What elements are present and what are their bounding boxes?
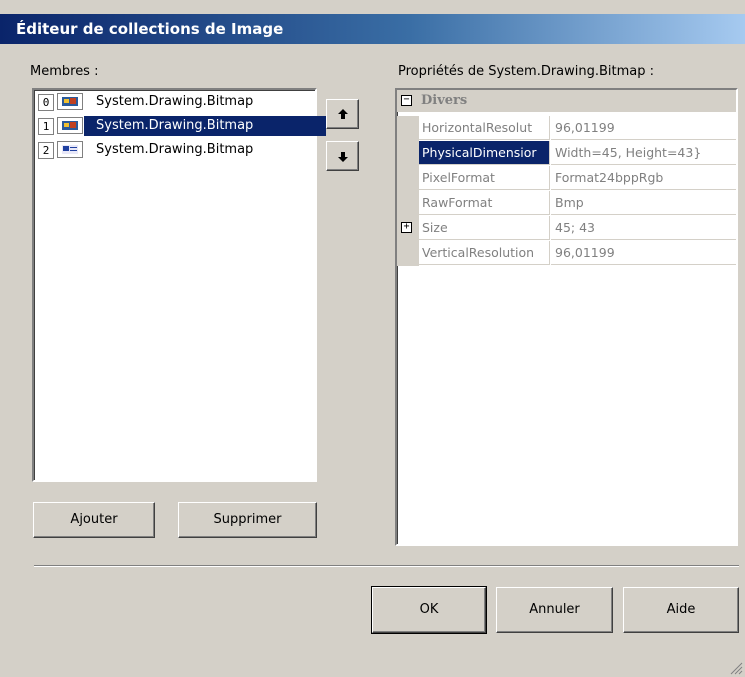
item-index: 1 — [38, 118, 54, 135]
property-name: HorizontalResolut — [419, 116, 550, 140]
property-name: RawFormat — [419, 191, 550, 215]
item-index: 0 — [38, 94, 54, 111]
row-gutter — [397, 166, 419, 191]
cancel-button[interactable]: Annuler — [496, 587, 613, 633]
property-value[interactable]: 45; 43 — [551, 216, 736, 240]
title-bar[interactable]: Éditeur de collections de Image — [0, 14, 745, 44]
bitmap-thumbnail-icon — [57, 117, 83, 134]
help-button[interactable]: Aide — [623, 587, 739, 633]
property-row[interactable]: PixelFormat Format24bppRgb — [397, 166, 736, 191]
row-gutter — [397, 116, 419, 141]
property-value[interactable]: Bmp — [551, 191, 736, 215]
item-label: System.Drawing.Bitmap — [84, 116, 326, 136]
collapse-icon[interactable]: − — [401, 95, 412, 106]
property-value[interactable]: 96,01199 — [551, 116, 736, 140]
remove-button[interactable]: Supprimer — [178, 502, 317, 538]
property-name: VerticalResolution — [419, 241, 550, 265]
property-value[interactable]: Width=45, Height=43} — [551, 141, 736, 165]
list-item[interactable]: 2 System.Drawing.Bitmap — [38, 140, 308, 161]
list-item[interactable]: 0 System.Drawing.Bitmap — [38, 92, 308, 113]
item-label: System.Drawing.Bitmap — [96, 142, 254, 157]
bitmap-thumbnail-icon — [57, 141, 83, 158]
property-name: PhysicalDimensior — [419, 141, 550, 165]
arrow-up-icon — [338, 109, 348, 119]
property-value[interactable]: 96,01199 — [551, 241, 736, 265]
background-window-strip — [0, 0, 745, 14]
row-gutter — [397, 141, 419, 166]
bitmap-thumbnail-icon — [57, 93, 83, 110]
expand-icon[interactable]: + — [401, 222, 412, 233]
row-gutter — [397, 241, 419, 266]
separator-highlight — [34, 566, 739, 567]
window-title: Éditeur de collections de Image — [16, 20, 284, 38]
members-list[interactable]: 0 System.Drawing.Bitmap 1 System.Drawing… — [32, 88, 326, 482]
property-row[interactable]: + Size 45; 43 — [397, 216, 736, 241]
property-row[interactable]: VerticalResolution 96,01199 — [397, 241, 736, 266]
category-row[interactable]: − Divers — [397, 90, 736, 112]
resize-grip-icon[interactable] — [727, 659, 743, 675]
property-row[interactable]: PhysicalDimensior Width=45, Height=43} — [397, 141, 736, 166]
category-name: Divers — [421, 93, 468, 108]
item-label: System.Drawing.Bitmap — [96, 94, 254, 109]
property-grid[interactable]: − Divers HorizontalResolut 96,01199 Phys… — [395, 88, 738, 546]
property-name: PixelFormat — [419, 166, 550, 190]
property-row[interactable]: HorizontalResolut 96,01199 — [397, 116, 736, 141]
list-item[interactable]: 1 System.Drawing.Bitmap — [38, 116, 326, 137]
arrow-down-icon — [338, 152, 348, 162]
move-up-button[interactable] — [326, 99, 359, 129]
item-index: 2 — [38, 142, 54, 159]
add-button[interactable]: Ajouter — [33, 502, 155, 538]
move-down-button[interactable] — [326, 141, 359, 171]
property-row[interactable]: RawFormat Bmp — [397, 191, 736, 216]
members-label: Membres : — [30, 64, 99, 79]
row-gutter — [397, 191, 419, 216]
property-value[interactable]: Format24bppRgb — [551, 166, 736, 190]
property-name: Size — [419, 216, 550, 240]
properties-label: Propriétés de System.Drawing.Bitmap : — [398, 64, 655, 79]
ok-button[interactable]: OK — [371, 586, 487, 634]
